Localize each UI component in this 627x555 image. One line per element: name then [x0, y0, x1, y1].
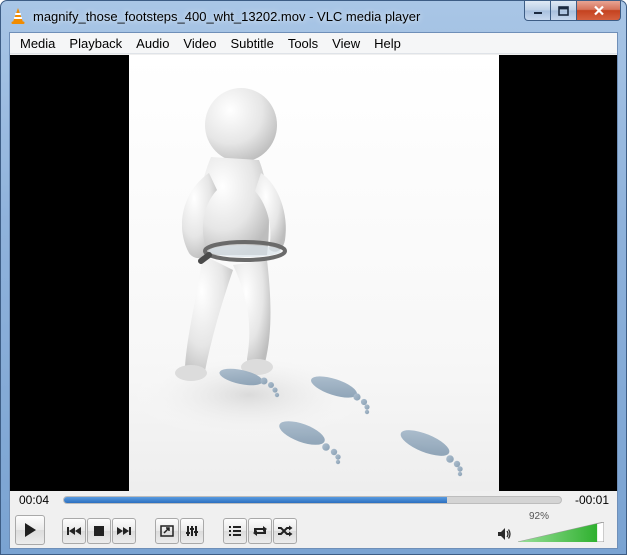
previous-icon	[67, 527, 81, 535]
menu-subtitle[interactable]: Subtitle	[223, 33, 280, 54]
play-icon	[25, 523, 36, 537]
stick-figure-image	[129, 88, 463, 477]
remaining-time[interactable]: -00:01	[575, 493, 609, 507]
fullscreen-button[interactable]	[155, 518, 179, 544]
shuffle-icon	[278, 525, 293, 537]
menu-help[interactable]: Help	[367, 33, 408, 54]
random-button[interactable]	[273, 518, 297, 544]
stop-icon	[94, 526, 104, 536]
extended-settings-button[interactable]	[180, 518, 204, 544]
equalizer-icon	[186, 526, 198, 536]
next-button[interactable]	[112, 518, 136, 544]
menu-video[interactable]: Video	[176, 33, 223, 54]
stop-button[interactable]	[87, 518, 111, 544]
next-icon	[117, 527, 131, 535]
video-area[interactable]	[10, 55, 617, 491]
menu-media[interactable]: Media	[13, 33, 62, 54]
playlist-button[interactable]	[223, 518, 247, 544]
title-bar[interactable]: magnify_those_footsteps_400_wht_13202.mo…	[1, 1, 626, 32]
maximize-button[interactable]	[551, 1, 577, 21]
play-button[interactable]	[15, 515, 45, 545]
menu-bar: Media Playback Audio Video Subtitle Tool…	[10, 33, 617, 54]
menu-playback[interactable]: Playback	[62, 33, 129, 54]
close-button[interactable]	[577, 1, 621, 21]
loop-icon	[253, 526, 267, 536]
window-title: magnify_those_footsteps_400_wht_13202.mo…	[33, 9, 421, 24]
playlist-icon	[229, 526, 241, 536]
volume-label: 92%	[529, 511, 550, 522]
minimize-button[interactable]	[524, 1, 551, 21]
loop-button[interactable]	[248, 518, 272, 544]
close-icon	[593, 5, 604, 16]
elapsed-time[interactable]: 00:04	[19, 493, 49, 507]
seek-bar-progress	[64, 497, 447, 503]
control-bar: 92%	[10, 511, 617, 549]
seek-row: 00:04 -00:01	[10, 492, 617, 510]
menu-audio[interactable]: Audio	[129, 33, 176, 54]
vlc-window: magnify_those_footsteps_400_wht_13202.mo…	[0, 0, 627, 555]
menu-view[interactable]: View	[325, 33, 367, 54]
seek-bar[interactable]	[63, 496, 562, 504]
client-area: Media Playback Audio Video Subtitle Tool…	[9, 32, 618, 549]
previous-button[interactable]	[62, 518, 86, 544]
maximize-icon	[558, 5, 569, 16]
menu-tools[interactable]: Tools	[281, 33, 325, 54]
minimize-icon	[533, 11, 542, 14]
video-frame	[129, 55, 499, 491]
volume-slider[interactable]	[518, 522, 604, 542]
fullscreen-icon	[160, 525, 174, 537]
speaker-icon[interactable]	[496, 526, 512, 542]
vlc-cone-icon	[11, 8, 25, 24]
